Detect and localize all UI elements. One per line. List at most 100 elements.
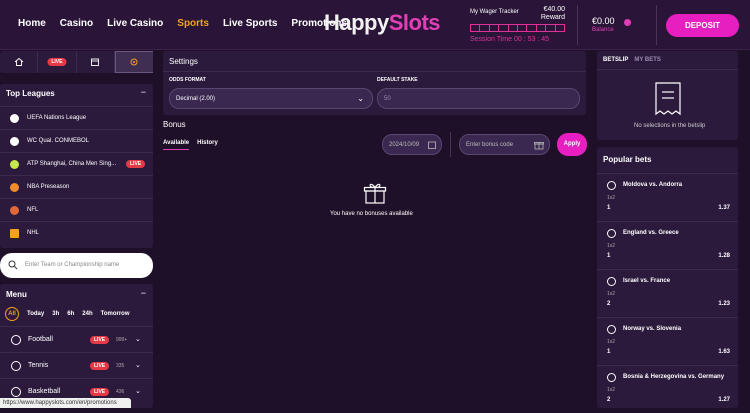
sport-item-football[interactable]: Football LIVE 999+ ⌄	[0, 326, 153, 352]
popular-bet[interactable]: Bosnia & Herzegovina vs. Germany 1x2 2 1…	[597, 365, 738, 413]
league-item[interactable]: NFL	[0, 198, 153, 221]
league-name: ATP Shanghai, China Men Sing...	[27, 161, 117, 167]
chevron-down-icon[interactable]: ⌄	[135, 361, 141, 369]
default-stake-placeholder: 50	[384, 96, 391, 102]
status-bar-url: https://www.happyslots.com/en/promotions	[0, 398, 131, 408]
balance-toggle-icon[interactable]	[624, 19, 631, 26]
odds-value[interactable]: 1.28	[718, 253, 730, 259]
odds-value[interactable]: 1.37	[718, 205, 730, 211]
divider	[577, 5, 578, 45]
tab-calendar[interactable]	[77, 51, 115, 73]
soccer-icon	[11, 335, 21, 345]
tab-betslip[interactable]: BETSLIP	[603, 57, 628, 63]
market-name: 1x2	[607, 195, 616, 201]
odds-value[interactable]: 1.23	[718, 301, 730, 307]
league-item[interactable]: WC Qual. CONMEBOL	[0, 129, 153, 152]
calendar-icon	[428, 141, 436, 149]
tennis-icon	[10, 160, 19, 169]
tab-settings[interactable]	[114, 51, 153, 73]
site-logo[interactable]: HappySlots	[324, 10, 441, 36]
outcome: 2	[607, 397, 611, 403]
nav-live-casino[interactable]: Live Casino	[107, 18, 163, 29]
filter-3h[interactable]: 3h	[52, 311, 59, 317]
popular-bet[interactable]: England vs. Greece 1x2 1 1.28	[597, 221, 738, 269]
search-icon	[8, 260, 18, 270]
sport-item-tennis[interactable]: Tennis LIVE 335 ⌄	[0, 352, 153, 378]
nav-sports[interactable]: Sports	[177, 18, 209, 29]
filter-tomorrow[interactable]: Tomorrow	[101, 311, 130, 317]
soccer-icon	[10, 114, 19, 123]
chevron-down-icon[interactable]: ⌄	[135, 387, 141, 395]
popular-bets-panel: Popular bets Moldova vs. Andorra 1x2 1 1…	[597, 147, 738, 408]
filter-today[interactable]: Today	[27, 311, 44, 317]
date-value: 2024/10/09	[389, 142, 420, 148]
receipt-icon	[655, 82, 681, 116]
settings-title: Settings	[169, 57, 198, 66]
league-item[interactable]: ATP Shanghai, China Men Sing... LIVE	[0, 152, 153, 175]
match-name: Norway vs. Slovenia	[623, 326, 682, 332]
collapse-icon[interactable]: −	[141, 87, 146, 97]
league-item[interactable]: UEFA Nations League	[0, 106, 153, 129]
odds-value[interactable]: 1.27	[718, 397, 730, 403]
top-bar: Home Casino Live Casino Sports Live Spor…	[0, 0, 750, 50]
search-input[interactable]: Enter Team or Championship name	[0, 253, 153, 278]
tab-history[interactable]: History	[197, 140, 218, 150]
tab-available[interactable]: Available	[163, 140, 190, 150]
apply-button[interactable]: Apply	[557, 133, 587, 156]
wager-reward: €40.00 Reward	[541, 6, 565, 22]
popular-bet[interactable]: Norway vs. Slovenia 1x2 1 1.63	[597, 317, 738, 365]
tab-live[interactable]: LIVE	[38, 51, 77, 73]
outcome: 1	[607, 205, 611, 211]
outcome: 1	[607, 253, 611, 259]
collapse-icon[interactable]: −	[141, 288, 146, 298]
basketball-icon	[11, 387, 21, 397]
market-name: 1x2	[607, 339, 616, 345]
event-count: 999+	[116, 337, 128, 343]
filter-24h[interactable]: 24h	[82, 311, 92, 317]
nav-live-sports[interactable]: Live Sports	[223, 18, 277, 29]
league-item[interactable]: NHL	[0, 221, 153, 244]
tennis-icon	[11, 361, 21, 371]
market-name: 1x2	[607, 243, 616, 249]
main-nav: Home Casino Live Casino Sports Live Spor…	[18, 18, 347, 29]
betslip-tabs: BETSLIP MY BETS	[603, 57, 661, 63]
bonus-code-input[interactable]: Enter bonus code	[459, 134, 550, 155]
balance[interactable]: €0.00 Balance	[592, 16, 615, 33]
popular-bets-title: Popular bets	[603, 155, 652, 164]
wager-progress-bar	[470, 24, 565, 32]
league-name: NHL	[27, 230, 40, 236]
logo-part-happy: Happy	[324, 10, 389, 35]
default-stake-label: DEFAULT STAKE	[377, 77, 418, 83]
gift-icon	[534, 142, 544, 150]
league-item[interactable]: NBA Preseason	[0, 175, 153, 198]
menu-panel: Menu − All Today 3h 6h 24h Tomorrow Foot…	[0, 284, 153, 408]
league-name: NFL	[27, 207, 39, 213]
date-picker[interactable]: 2024/10/09	[382, 134, 442, 155]
market-name: 1x2	[607, 387, 616, 393]
tab-home[interactable]	[0, 51, 39, 73]
chevron-down-icon[interactable]: ⌄	[135, 335, 141, 343]
nav-home[interactable]: Home	[18, 18, 46, 29]
tab-my-bets[interactable]: MY BETS	[634, 57, 661, 63]
wager-tracker[interactable]: My Wager Tracker €40.00 Reward Session T…	[470, 6, 565, 46]
live-badge: LIVE	[47, 58, 67, 66]
empty-betslip-message: No selections in the betslip	[634, 123, 706, 129]
odds-value[interactable]: 1.63	[718, 349, 730, 355]
deposit-button[interactable]: DEPOSIT	[666, 14, 739, 37]
default-stake-input[interactable]: 50	[377, 88, 580, 109]
sport-name: Tennis	[28, 362, 49, 369]
event-count: 335	[116, 363, 125, 369]
wager-tracker-title: My Wager Tracker	[470, 9, 519, 15]
match-name: Israel vs. France	[623, 278, 671, 284]
league-name: UEFA Nations League	[27, 115, 87, 121]
popular-bet[interactable]: Moldova vs. Andorra 1x2 1 1.37	[597, 173, 738, 221]
odds-format-select[interactable]: Decimal (2.00) ⌄	[169, 88, 373, 109]
nav-casino[interactable]: Casino	[60, 18, 93, 29]
gear-icon	[130, 58, 138, 66]
filter-all[interactable]: All	[5, 307, 19, 321]
odds-format-value: Decimal (2.00)	[176, 96, 216, 102]
no-bonuses-message: You have no bonuses available	[330, 211, 413, 217]
filter-6h[interactable]: 6h	[67, 311, 74, 317]
calendar-icon	[91, 58, 100, 66]
popular-bet[interactable]: Israel vs. France 1x2 2 1.23	[597, 269, 738, 317]
